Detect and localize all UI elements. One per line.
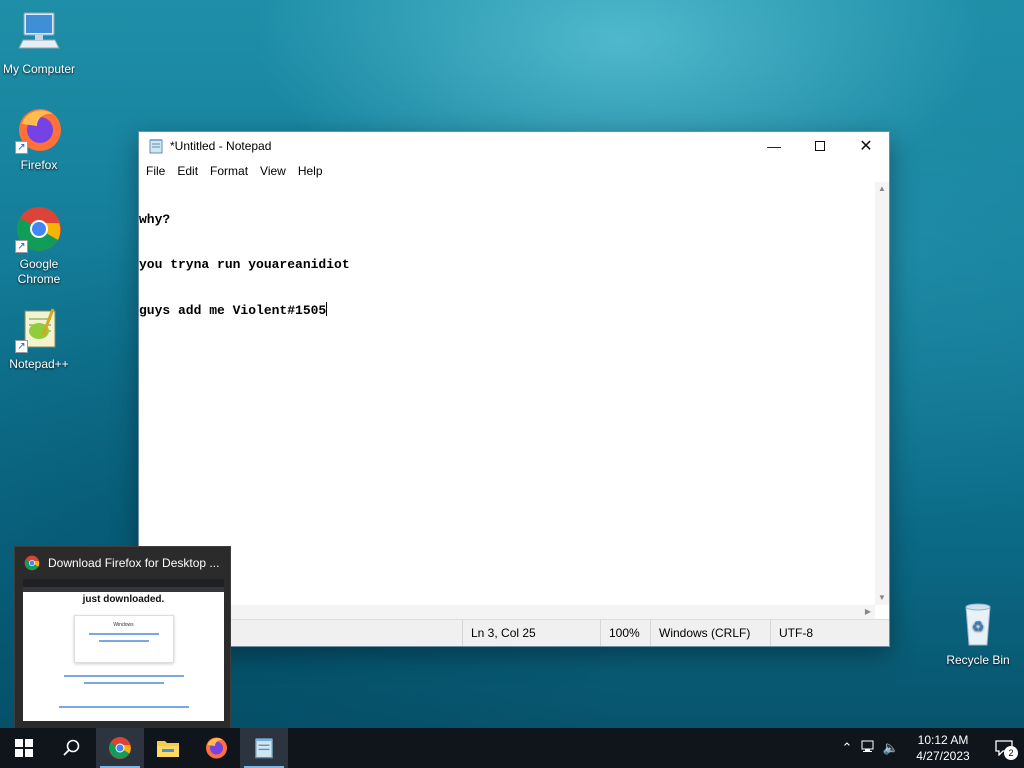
menu-edit[interactable]: Edit — [171, 164, 204, 178]
editor-line-text: guys add me Violent#1505 — [139, 303, 327, 318]
vertical-scrollbar[interactable]: ▲ ▼ — [875, 182, 889, 605]
close-button[interactable]: ✕ — [843, 132, 889, 160]
preview-title-bar: Download Firefox for Desktop ... — [15, 547, 230, 579]
close-icon: ✕ — [859, 138, 873, 155]
volume-icon[interactable]: 🔈 — [880, 740, 902, 756]
desktop-icon-google-chrome[interactable]: ↗ Google Chrome — [1, 205, 77, 287]
shortcut-arrow-icon: ↗ — [15, 240, 28, 253]
desktop-icon-label: Google Chrome — [17, 257, 61, 286]
desktop-icon-label: Firefox — [20, 158, 58, 172]
action-center-button[interactable]: 2 — [984, 728, 1024, 768]
thumbnail-card: Windows — [73, 615, 174, 663]
editor-line-last: guys add me Violent#1505 — [139, 302, 875, 318]
status-line-ending-text: Windows (CRLF) — [659, 626, 751, 640]
minimize-button[interactable]: — — [751, 132, 797, 160]
scroll-down-icon[interactable]: ▼ — [875, 591, 889, 605]
notepad-plus-plus-icon: ↗ — [15, 305, 63, 353]
taskbar-firefox[interactable] — [192, 728, 240, 768]
notification-count-badge: 2 — [1004, 746, 1018, 760]
chrome-window-preview[interactable]: Download Firefox for Desktop ... just do… — [14, 546, 231, 729]
taskbar: ⌃ 🔈 10:12 AM 4/27/2023 2 — [0, 728, 1024, 768]
menu-help[interactable]: Help — [292, 164, 329, 178]
maximize-button[interactable] — [797, 132, 843, 160]
text-editor[interactable]: why? you tryna run youareanidiot guys ad… — [139, 182, 875, 605]
status-encoding-text: UTF-8 — [779, 626, 813, 640]
thumbnail-heading: just downloaded. — [82, 594, 165, 605]
desktop-icon-my-computer[interactable]: My Computer — [1, 10, 77, 77]
taskbar-file-explorer[interactable] — [144, 728, 192, 768]
minimize-icon: — — [767, 138, 781, 154]
menu-bar: File Edit Format View Help — [139, 160, 889, 182]
desktop-icon-label: My Computer — [2, 62, 76, 76]
recycle-bin-icon: ♻ — [954, 601, 1002, 649]
shortcut-arrow-icon: ↗ — [15, 141, 28, 154]
shortcut-arrow-icon: ↗ — [15, 340, 28, 353]
search-button[interactable] — [48, 728, 96, 768]
thumbnail-link — [98, 640, 149, 642]
notepad-icon — [255, 738, 273, 759]
firefox-icon: ↗ — [15, 106, 63, 154]
scroll-right-icon[interactable]: ▶ — [861, 605, 875, 619]
svg-text:♻: ♻ — [972, 618, 985, 634]
status-encoding: UTF-8 — [770, 620, 889, 646]
status-position-text: Ln 3, Col 25 — [471, 626, 536, 640]
start-button[interactable] — [0, 728, 48, 768]
menu-view[interactable]: View — [254, 164, 292, 178]
thumbnail-link — [63, 675, 184, 677]
desktop-icon-label: Recycle Bin — [946, 653, 1010, 667]
taskbar-chrome[interactable] — [96, 728, 144, 768]
chrome-icon — [24, 555, 40, 571]
status-bar: Ln 3, Col 25 100% Windows (CRLF) UTF-8 — [139, 619, 889, 646]
folder-icon — [157, 741, 179, 757]
scroll-up-icon[interactable]: ▲ — [875, 182, 889, 196]
taskbar-notepad[interactable] — [240, 728, 288, 768]
thumbnail-card-text: Windows — [113, 622, 134, 628]
status-position: Ln 3, Col 25 — [462, 620, 600, 646]
horizontal-scrollbar[interactable]: ▶ — [139, 605, 875, 619]
text-caret — [326, 302, 328, 316]
preview-title: Download Firefox for Desktop ... — [48, 556, 220, 570]
system-tray: ⌃ 🔈 10:12 AM 4/27/2023 2 — [836, 728, 1024, 768]
editor-line: you tryna run youareanidiot — [139, 257, 350, 272]
title-bar[interactable]: *Untitled - Notepad — ✕ — [139, 132, 889, 160]
desktop-icon-label: Notepad++ — [9, 357, 69, 371]
desktop-icon-firefox[interactable]: ↗ Firefox — [1, 106, 77, 173]
notepad-window: *Untitled - Notepad — ✕ File Edit Format… — [138, 131, 890, 647]
status-zoom-text: 100% — [609, 626, 640, 640]
desktop-icon-recycle-bin[interactable]: ♻ Recycle Bin — [940, 601, 1016, 668]
desktop-icon-notepad-plus-plus[interactable]: ↗ Notepad++ — [1, 305, 77, 372]
menu-file[interactable]: File — [140, 164, 171, 178]
firefox-icon — [206, 737, 227, 759]
status-zoom: 100% — [600, 620, 650, 646]
clock-date: 4/27/2023 — [916, 749, 970, 763]
status-line-ending: Windows (CRLF) — [650, 620, 770, 646]
menu-format[interactable]: Format — [204, 164, 254, 178]
windows-logo-icon — [15, 739, 33, 757]
preview-thumbnail: just downloaded. Windows — [23, 579, 224, 721]
thumbnail-link — [88, 633, 159, 635]
chrome-icon: ↗ — [15, 205, 63, 253]
maximize-icon — [815, 141, 825, 151]
search-icon — [63, 739, 80, 756]
thumbnail-address-bar — [23, 587, 224, 592]
thumbnail-link — [83, 682, 164, 684]
clock-time: 10:12 AM — [917, 733, 969, 747]
network-icon[interactable] — [858, 740, 880, 757]
editor-line: why? — [139, 212, 171, 227]
chevron-up-icon[interactable]: ⌃ — [836, 740, 858, 756]
computer-icon — [15, 10, 63, 58]
thumbnail-link — [58, 706, 189, 708]
window-title: *Untitled - Notepad — [170, 139, 272, 153]
clock[interactable]: 10:12 AM 4/27/2023 — [908, 732, 978, 764]
chrome-icon — [109, 737, 131, 759]
thumbnail-tab-strip — [23, 579, 224, 587]
notepad-app-icon — [149, 139, 163, 154]
